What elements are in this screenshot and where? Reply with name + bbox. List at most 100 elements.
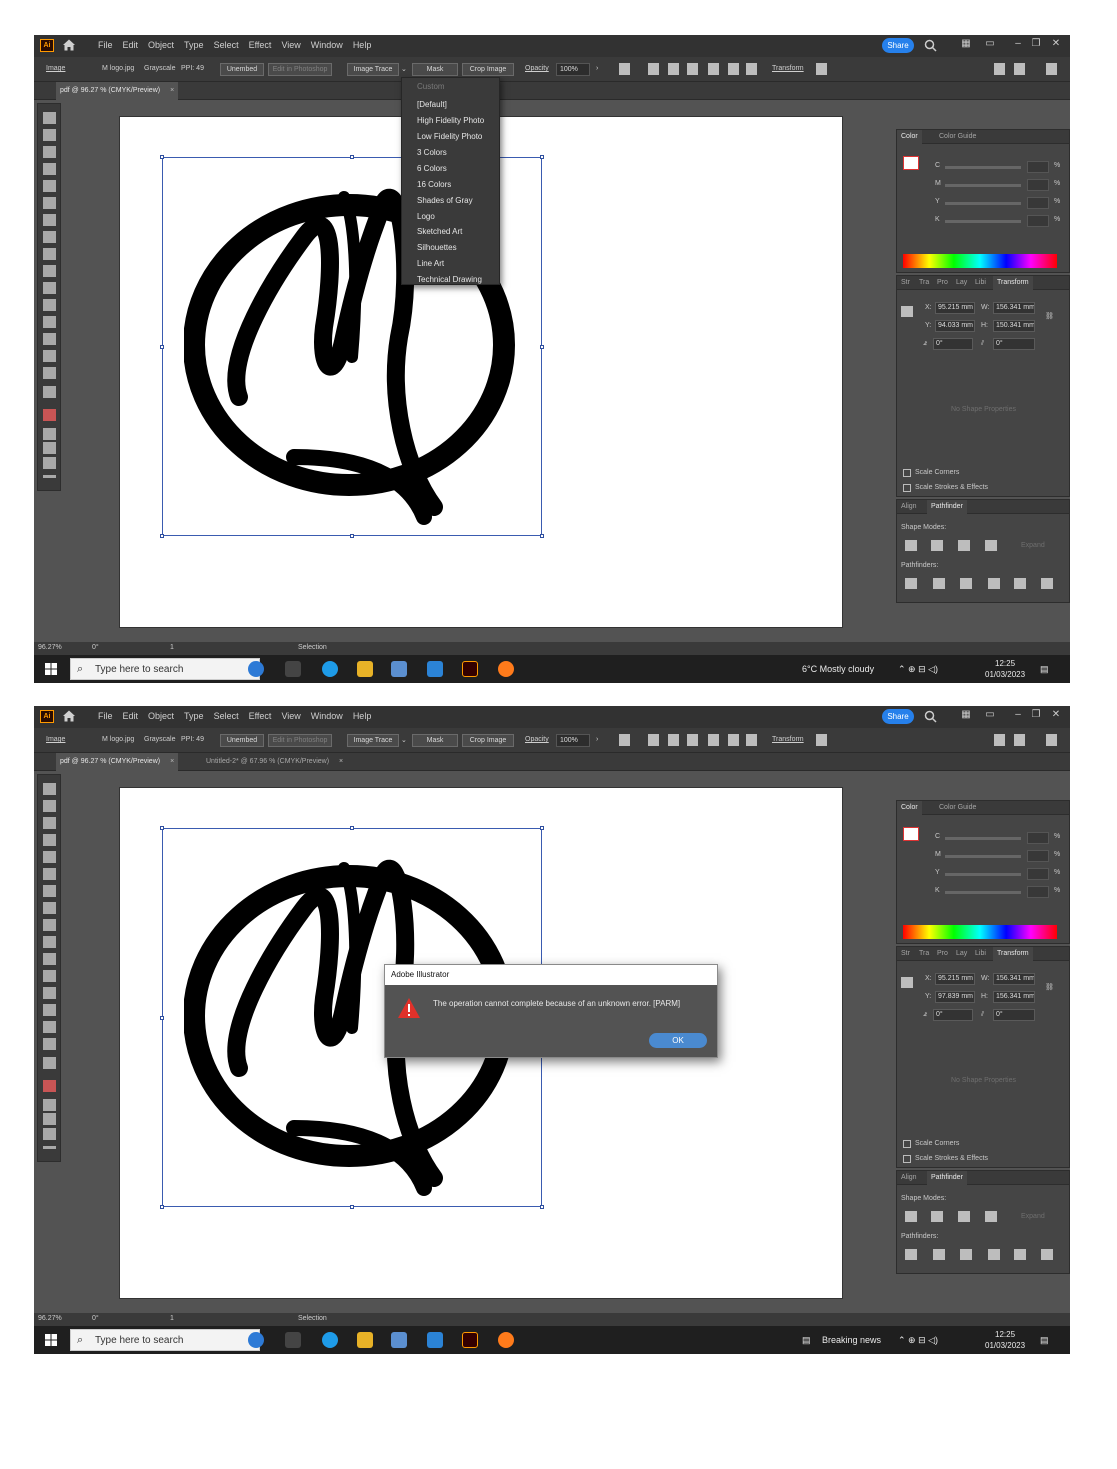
draw-mode-icon[interactable] (43, 1113, 56, 1125)
reference-point-icon[interactable] (901, 306, 913, 317)
tab-layers[interactable]: Lay (952, 947, 971, 961)
channel-c-slider[interactable] (945, 166, 1021, 169)
minimize-icon[interactable]: – (1012, 709, 1024, 721)
menu-type[interactable]: Type (184, 711, 204, 721)
windows-start-icon[interactable] (45, 663, 57, 675)
arrange-documents-icon[interactable]: ▦ (960, 709, 972, 721)
illustrator-taskbar-icon[interactable] (462, 661, 478, 677)
screen-mode-icon[interactable] (43, 1128, 56, 1140)
tab-transparency[interactable]: Tra (915, 947, 933, 961)
menu-help[interactable]: Help (353, 711, 372, 721)
h-field[interactable]: 150.341 mm (993, 320, 1035, 332)
channel-m-field[interactable] (1027, 179, 1049, 191)
trace-preset-6-colors[interactable]: 6 Colors (417, 164, 447, 173)
rotate-tool-icon[interactable] (43, 902, 56, 914)
w-field[interactable]: 156.341 mm (993, 302, 1035, 314)
trace-preset-sketched-art[interactable]: Sketched Art (417, 227, 462, 236)
artboard-tool-icon[interactable] (43, 1021, 56, 1033)
blend-tool-icon[interactable] (43, 987, 56, 999)
close-tab-icon[interactable]: × (170, 87, 174, 94)
close-tab-icon[interactable]: × (170, 758, 174, 765)
unembed-button[interactable]: Unembed (220, 734, 264, 747)
screen-mode-icon[interactable] (43, 457, 56, 469)
menu-effect[interactable]: Effect (249, 711, 272, 721)
opacity-label[interactable]: Opacity (525, 736, 549, 743)
handle-left[interactable] (160, 1016, 164, 1020)
tab-color[interactable]: Color (897, 801, 922, 815)
search-icon[interactable] (924, 710, 937, 723)
channel-y-slider[interactable] (945, 202, 1021, 205)
reference-point-icon[interactable] (901, 977, 913, 988)
merge-icon[interactable] (960, 578, 972, 589)
selection-tool-icon[interactable] (43, 783, 56, 795)
trace-preset-low-fidelity-photo[interactable]: Low Fidelity Photo (417, 132, 482, 141)
system-tray-icons[interactable]: ⌃ ⊕ ⊟ ◁) (898, 664, 938, 675)
blend-tool-icon[interactable] (43, 316, 56, 328)
type-tool-icon[interactable] (43, 214, 56, 226)
align-middle-icon[interactable] (728, 63, 739, 75)
minimize-icon[interactable]: – (1012, 38, 1024, 50)
panel-menu-icon[interactable] (1046, 63, 1057, 75)
crop-image-button[interactable]: Crop Image (462, 734, 514, 747)
trace-preset-default[interactable]: [Default] (417, 100, 447, 109)
align-middle-icon[interactable] (728, 734, 739, 746)
pen-tool-icon[interactable] (43, 817, 56, 829)
arrange-documents-icon[interactable]: ▦ (960, 38, 972, 50)
intersect-icon[interactable] (958, 1211, 970, 1222)
tab-transform[interactable]: Transform (993, 947, 1033, 961)
news-status[interactable]: Breaking news (822, 1335, 881, 1345)
stroke-swatch-icon[interactable] (43, 1080, 56, 1092)
select-similar-icon[interactable] (1014, 63, 1025, 75)
minus-back-icon[interactable] (1041, 578, 1053, 589)
minus-back-icon[interactable] (1041, 1249, 1053, 1260)
trim-icon[interactable] (933, 1249, 945, 1260)
handle-top-right[interactable] (540, 826, 544, 830)
color-mode-icon[interactable] (43, 428, 56, 440)
channel-m-slider[interactable] (945, 855, 1021, 858)
handle-bottom-left[interactable] (160, 534, 164, 538)
mask-button[interactable]: Mask (412, 63, 458, 76)
menu-select[interactable]: Select (214, 40, 239, 50)
channel-y-slider[interactable] (945, 873, 1021, 876)
handle-left[interactable] (160, 345, 164, 349)
channel-m-slider[interactable] (945, 184, 1021, 187)
taskbar-search-box[interactable]: ⌕ Type here to search (70, 658, 260, 680)
curvature-tool-icon[interactable] (43, 163, 56, 175)
tab-pathfinder[interactable]: Pathfinder (927, 1171, 967, 1185)
windows-start-icon[interactable] (45, 1334, 57, 1346)
menu-help[interactable]: Help (353, 40, 372, 50)
eyedropper-tool-icon[interactable] (43, 970, 56, 982)
intersect-icon[interactable] (958, 540, 970, 551)
tab-stroke[interactable]: Str (897, 947, 914, 961)
mail-icon[interactable] (427, 661, 443, 677)
rectangle-tool-icon[interactable] (43, 851, 56, 863)
tab-layers[interactable]: Lay (952, 276, 971, 290)
curvature-tool-icon[interactable] (43, 834, 56, 846)
handle-right[interactable] (540, 345, 544, 349)
artboard-tool-icon[interactable] (43, 350, 56, 362)
trace-preset-line-art[interactable]: Line Art (417, 259, 444, 268)
handle-bottom-right[interactable] (540, 534, 544, 538)
tab-document-untitled-2[interactable]: Untitled-2* @ 67.96 % (CMYK/Preview) × (202, 753, 347, 771)
eraser-tool-icon[interactable] (43, 248, 56, 260)
opacity-field[interactable]: 100% (556, 734, 590, 747)
tab-libraries[interactable]: Libi (971, 276, 990, 290)
align-left-icon[interactable] (648, 734, 659, 746)
paintbrush-tool-icon[interactable] (43, 868, 56, 880)
tab-transform[interactable]: Transform (993, 276, 1033, 290)
rotate-tool-icon[interactable] (43, 231, 56, 243)
selection-tool-icon[interactable] (43, 112, 56, 124)
mail-icon[interactable] (427, 1332, 443, 1348)
x-field[interactable]: 95.215 mm (935, 973, 975, 985)
bing-icon[interactable] (248, 661, 264, 677)
image-trace-dropdown-icon[interactable]: ⌄ (401, 65, 407, 73)
tab-properties[interactable]: Pro (933, 947, 952, 961)
edit-in-photoshop-button[interactable]: Edit in Photoshop (268, 63, 332, 76)
eyedropper-tool-icon[interactable] (43, 299, 56, 311)
zoom-level[interactable]: 96.27% (38, 644, 62, 651)
notification-icon[interactable]: ▤ (1040, 1335, 1049, 1346)
handle-bottom-left[interactable] (160, 1205, 164, 1209)
tab-color-guide[interactable]: Color Guide (935, 801, 980, 815)
zoom-level[interactable]: 96.27% (38, 1315, 62, 1322)
align-bottom-icon[interactable] (746, 63, 757, 75)
